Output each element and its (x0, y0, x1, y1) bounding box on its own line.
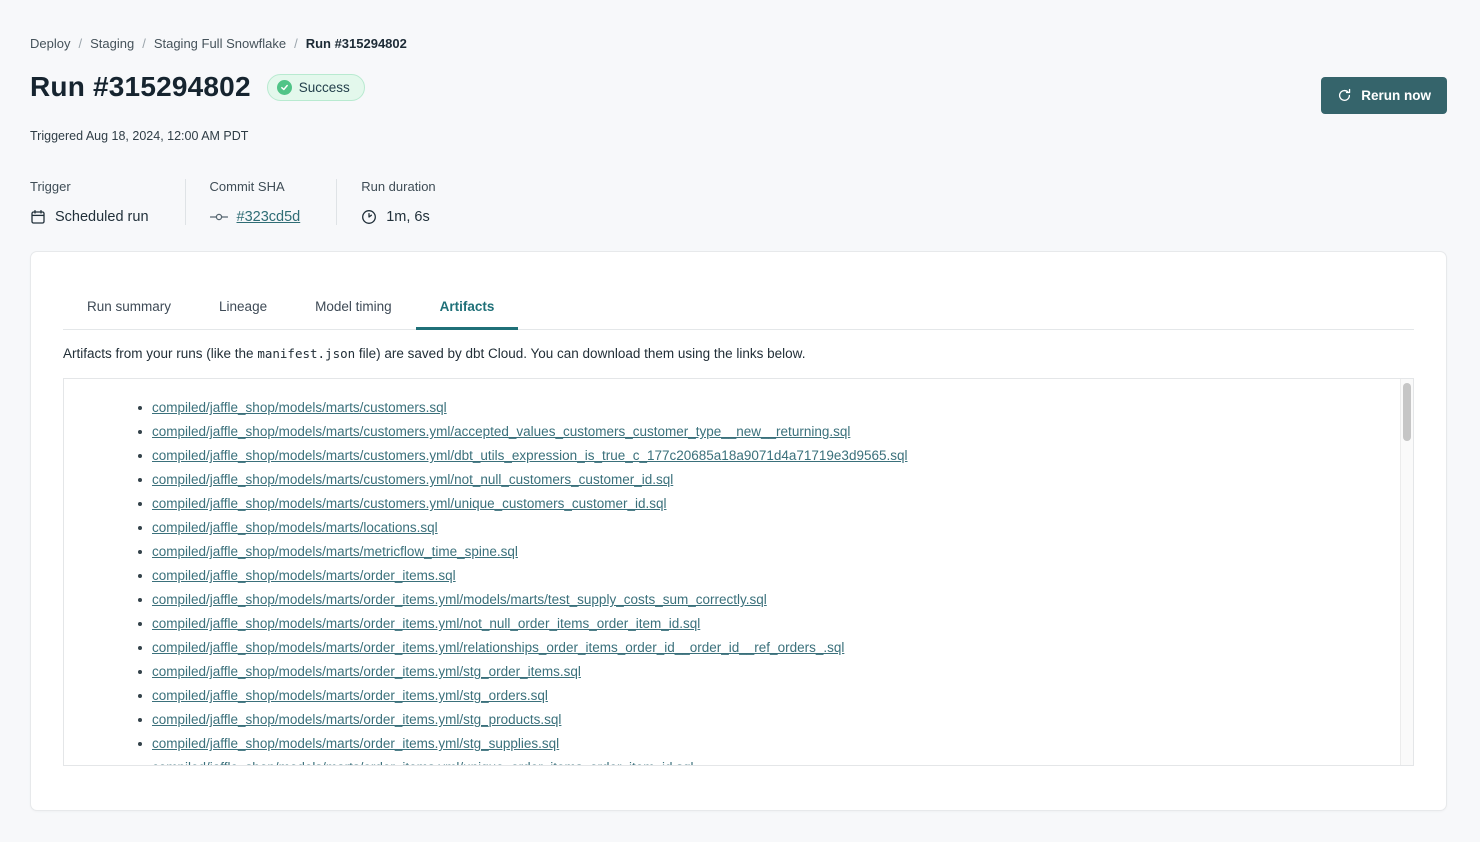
list-item: compiled/jaffle_shop/models/marts/order_… (152, 708, 1389, 732)
tab-artifacts[interactable]: Artifacts (416, 299, 519, 330)
breadcrumb-separator: / (78, 36, 82, 51)
artifact-link[interactable]: compiled/jaffle_shop/models/marts/locati… (152, 520, 438, 535)
list-item: compiled/jaffle_shop/models/marts/metric… (152, 540, 1389, 564)
meta-trigger-value: Scheduled run (55, 209, 149, 225)
page-title: Run #315294802 (30, 71, 251, 103)
meta-commit: Commit SHA #323cd5d (185, 179, 337, 225)
commit-icon (210, 211, 228, 223)
breadcrumb-current-run: Run #315294802 (306, 36, 407, 51)
list-item: compiled/jaffle_shop/models/marts/order_… (152, 756, 1389, 766)
check-circle-icon (277, 80, 292, 95)
meta-trigger-label: Trigger (30, 179, 149, 194)
artifact-link[interactable]: compiled/jaffle_shop/models/marts/order_… (152, 568, 456, 583)
triggered-timestamp: Triggered Aug 18, 2024, 12:00 AM PDT (30, 129, 1447, 143)
list-item: compiled/jaffle_shop/models/marts/custom… (152, 420, 1389, 444)
meta-duration-label: Run duration (361, 179, 435, 194)
run-detail-page: Deploy / Staging / Staging Full Snowflak… (0, 0, 1480, 811)
artifact-link[interactable]: compiled/jaffle_shop/models/marts/custom… (152, 448, 908, 463)
artifact-link[interactable]: compiled/jaffle_shop/models/marts/custom… (152, 472, 673, 487)
run-detail-card: Run summary Lineage Model timing Artifac… (30, 251, 1447, 811)
run-meta: Trigger Scheduled run Commit SHA #323cd5… (30, 179, 1447, 225)
artifact-link[interactable]: compiled/jaffle_shop/models/marts/order_… (152, 664, 581, 679)
list-item: compiled/jaffle_shop/models/marts/locati… (152, 516, 1389, 540)
artifacts-file-list: compiled/jaffle_shop/models/marts/custom… (64, 379, 1413, 766)
rerun-now-label: Rerun now (1361, 88, 1431, 103)
list-item: compiled/jaffle_shop/models/marts/order_… (152, 684, 1389, 708)
artifact-link[interactable]: compiled/jaffle_shop/models/marts/order_… (152, 592, 767, 607)
scrollbar-track[interactable] (1400, 379, 1413, 765)
list-item: compiled/jaffle_shop/models/marts/order_… (152, 636, 1389, 660)
calendar-icon (30, 209, 46, 225)
artifact-link[interactable]: compiled/jaffle_shop/models/marts/order_… (152, 712, 561, 727)
breadcrumb-staging[interactable]: Staging (90, 36, 134, 51)
meta-duration-value: 1m, 6s (386, 209, 430, 225)
artifacts-description-suffix: file) are saved by dbt Cloud. You can do… (355, 346, 805, 361)
list-item: compiled/jaffle_shop/models/marts/custom… (152, 468, 1389, 492)
commit-sha-link[interactable]: #323cd5d (237, 209, 301, 225)
artifacts-description: Artifacts from your runs (like the manif… (63, 346, 1414, 361)
breadcrumb-separator: / (294, 36, 298, 51)
tab-run-summary[interactable]: Run summary (63, 299, 195, 330)
list-item: compiled/jaffle_shop/models/marts/order_… (152, 564, 1389, 588)
list-item: compiled/jaffle_shop/models/marts/order_… (152, 612, 1389, 636)
list-item: compiled/jaffle_shop/models/marts/order_… (152, 732, 1389, 756)
artifacts-description-code: manifest.json (257, 346, 355, 361)
artifact-link[interactable]: compiled/jaffle_shop/models/marts/order_… (152, 736, 559, 751)
artifact-link[interactable]: compiled/jaffle_shop/models/marts/order_… (152, 760, 694, 766)
list-item: compiled/jaffle_shop/models/marts/order_… (152, 660, 1389, 684)
rerun-now-button[interactable]: Rerun now (1321, 77, 1447, 114)
breadcrumb-environment[interactable]: Staging Full Snowflake (154, 36, 286, 51)
status-badge-label: Success (299, 80, 350, 95)
breadcrumb: Deploy / Staging / Staging Full Snowflak… (30, 36, 1447, 51)
list-item: compiled/jaffle_shop/models/marts/custom… (152, 444, 1389, 468)
clock-icon (361, 209, 377, 225)
artifacts-file-box: compiled/jaffle_shop/models/marts/custom… (63, 378, 1414, 766)
list-item: compiled/jaffle_shop/models/marts/order_… (152, 588, 1389, 612)
tabs: Run summary Lineage Model timing Artifac… (63, 252, 1414, 330)
meta-duration: Run duration 1m, 6s (336, 179, 471, 225)
breadcrumb-deploy[interactable]: Deploy (30, 36, 70, 51)
meta-commit-label: Commit SHA (210, 179, 301, 194)
breadcrumb-separator: / (142, 36, 146, 51)
tab-lineage[interactable]: Lineage (195, 299, 291, 330)
artifact-link[interactable]: compiled/jaffle_shop/models/marts/order_… (152, 688, 548, 703)
artifact-link[interactable]: compiled/jaffle_shop/models/marts/custom… (152, 400, 447, 415)
artifact-link[interactable]: compiled/jaffle_shop/models/marts/custom… (152, 424, 850, 439)
refresh-icon (1337, 88, 1352, 103)
artifact-link[interactable]: compiled/jaffle_shop/models/marts/order_… (152, 640, 844, 655)
artifact-link[interactable]: compiled/jaffle_shop/models/marts/custom… (152, 496, 666, 511)
artifact-link[interactable]: compiled/jaffle_shop/models/marts/metric… (152, 544, 518, 559)
meta-trigger: Trigger Scheduled run (30, 179, 185, 225)
list-item: compiled/jaffle_shop/models/marts/custom… (152, 396, 1389, 420)
status-badge: Success (267, 74, 365, 101)
artifact-link[interactable]: compiled/jaffle_shop/models/marts/order_… (152, 616, 700, 631)
scrollbar-thumb[interactable] (1403, 383, 1411, 441)
header: Run #315294802 Success Rerun now (30, 71, 1447, 114)
tab-model-timing[interactable]: Model timing (291, 299, 416, 330)
list-item: compiled/jaffle_shop/models/marts/custom… (152, 492, 1389, 516)
artifacts-description-prefix: Artifacts from your runs (like the (63, 346, 257, 361)
